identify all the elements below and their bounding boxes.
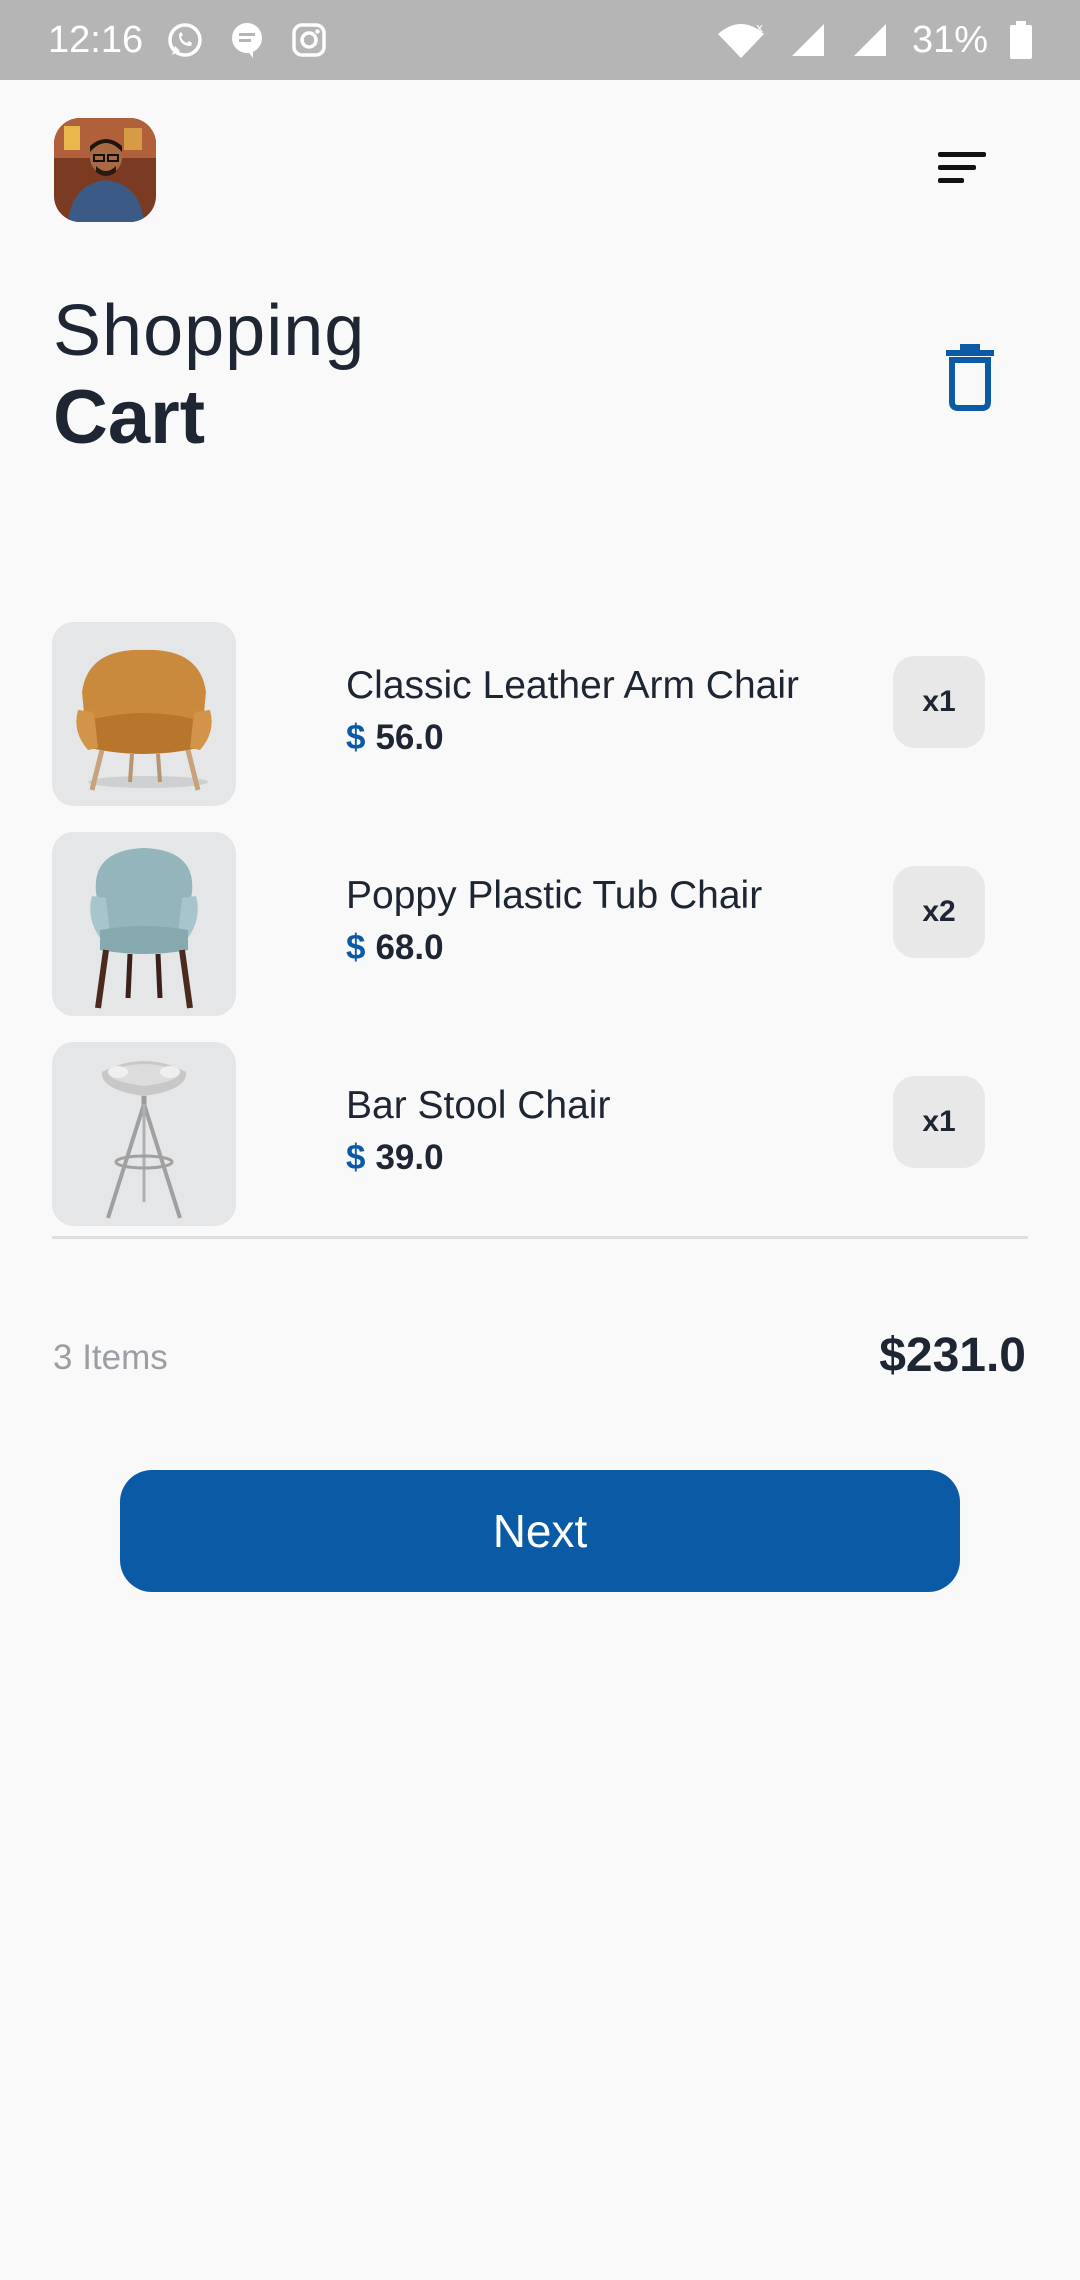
page-title-line2: Cart (53, 375, 206, 460)
status-time: 12:16 (48, 18, 144, 61)
currency-symbol: $ (346, 718, 366, 757)
message-icon (227, 20, 267, 60)
item-price: $39.0 (346, 1138, 444, 1178)
battery-percent: 31% (911, 18, 988, 61)
item-price: $68.0 (346, 928, 444, 968)
quantity-badge[interactable]: x1 (893, 656, 985, 748)
price-value: 56.0 (375, 718, 444, 757)
item-price: $56.0 (346, 718, 444, 758)
item-name: Bar Stool Chair (346, 1084, 611, 1127)
cart-item[interactable]: Poppy Plastic Tub Chair $68.0 x2 (0, 832, 1080, 1016)
item-name: Poppy Plastic Tub Chair (346, 874, 763, 917)
items-count: 3 Items (53, 1338, 168, 1377)
battery-icon (1010, 21, 1032, 59)
bar-stool-image (52, 1042, 236, 1226)
instagram-icon (289, 20, 329, 60)
whatsapp-icon (165, 20, 205, 60)
signal-icon (788, 20, 828, 60)
page-title: Shopping Cart (53, 288, 365, 462)
price-value: 68.0 (375, 928, 444, 967)
item-name: Classic Leather Arm Chair (346, 664, 799, 707)
shopping-cart-screen: Shopping Cart Classic Leather Arm Chair … (0, 80, 1080, 2280)
sort-menu-button[interactable] (930, 142, 994, 194)
cart-item[interactable]: Classic Leather Arm Chair $56.0 x1 (0, 622, 1080, 806)
currency-symbol: $ (346, 1138, 366, 1177)
wifi-icon: x (716, 20, 766, 60)
sort-menu-icon (938, 152, 986, 183)
signal-icon (850, 20, 890, 60)
divider (52, 1236, 1028, 1239)
currency-symbol: $ (346, 928, 366, 967)
page-title-line1: Shopping (53, 291, 366, 371)
quantity-badge[interactable]: x1 (893, 1076, 985, 1168)
tub-chair-image (52, 832, 236, 1016)
next-button[interactable]: Next (120, 1470, 960, 1592)
status-bar: 12:16 x 31% (0, 0, 1080, 80)
cart-item[interactable]: Bar Stool Chair $39.0 x1 (0, 1042, 1080, 1226)
trash-icon (946, 344, 994, 411)
delete-cart-button[interactable] (940, 342, 1000, 412)
armchair-image (52, 622, 236, 806)
price-value: 39.0 (375, 1138, 444, 1177)
avatar[interactable] (54, 118, 156, 222)
quantity-badge[interactable]: x2 (893, 866, 985, 958)
svg-text:x: x (756, 21, 763, 35)
cart-total: $231.0 (879, 1329, 1026, 1382)
